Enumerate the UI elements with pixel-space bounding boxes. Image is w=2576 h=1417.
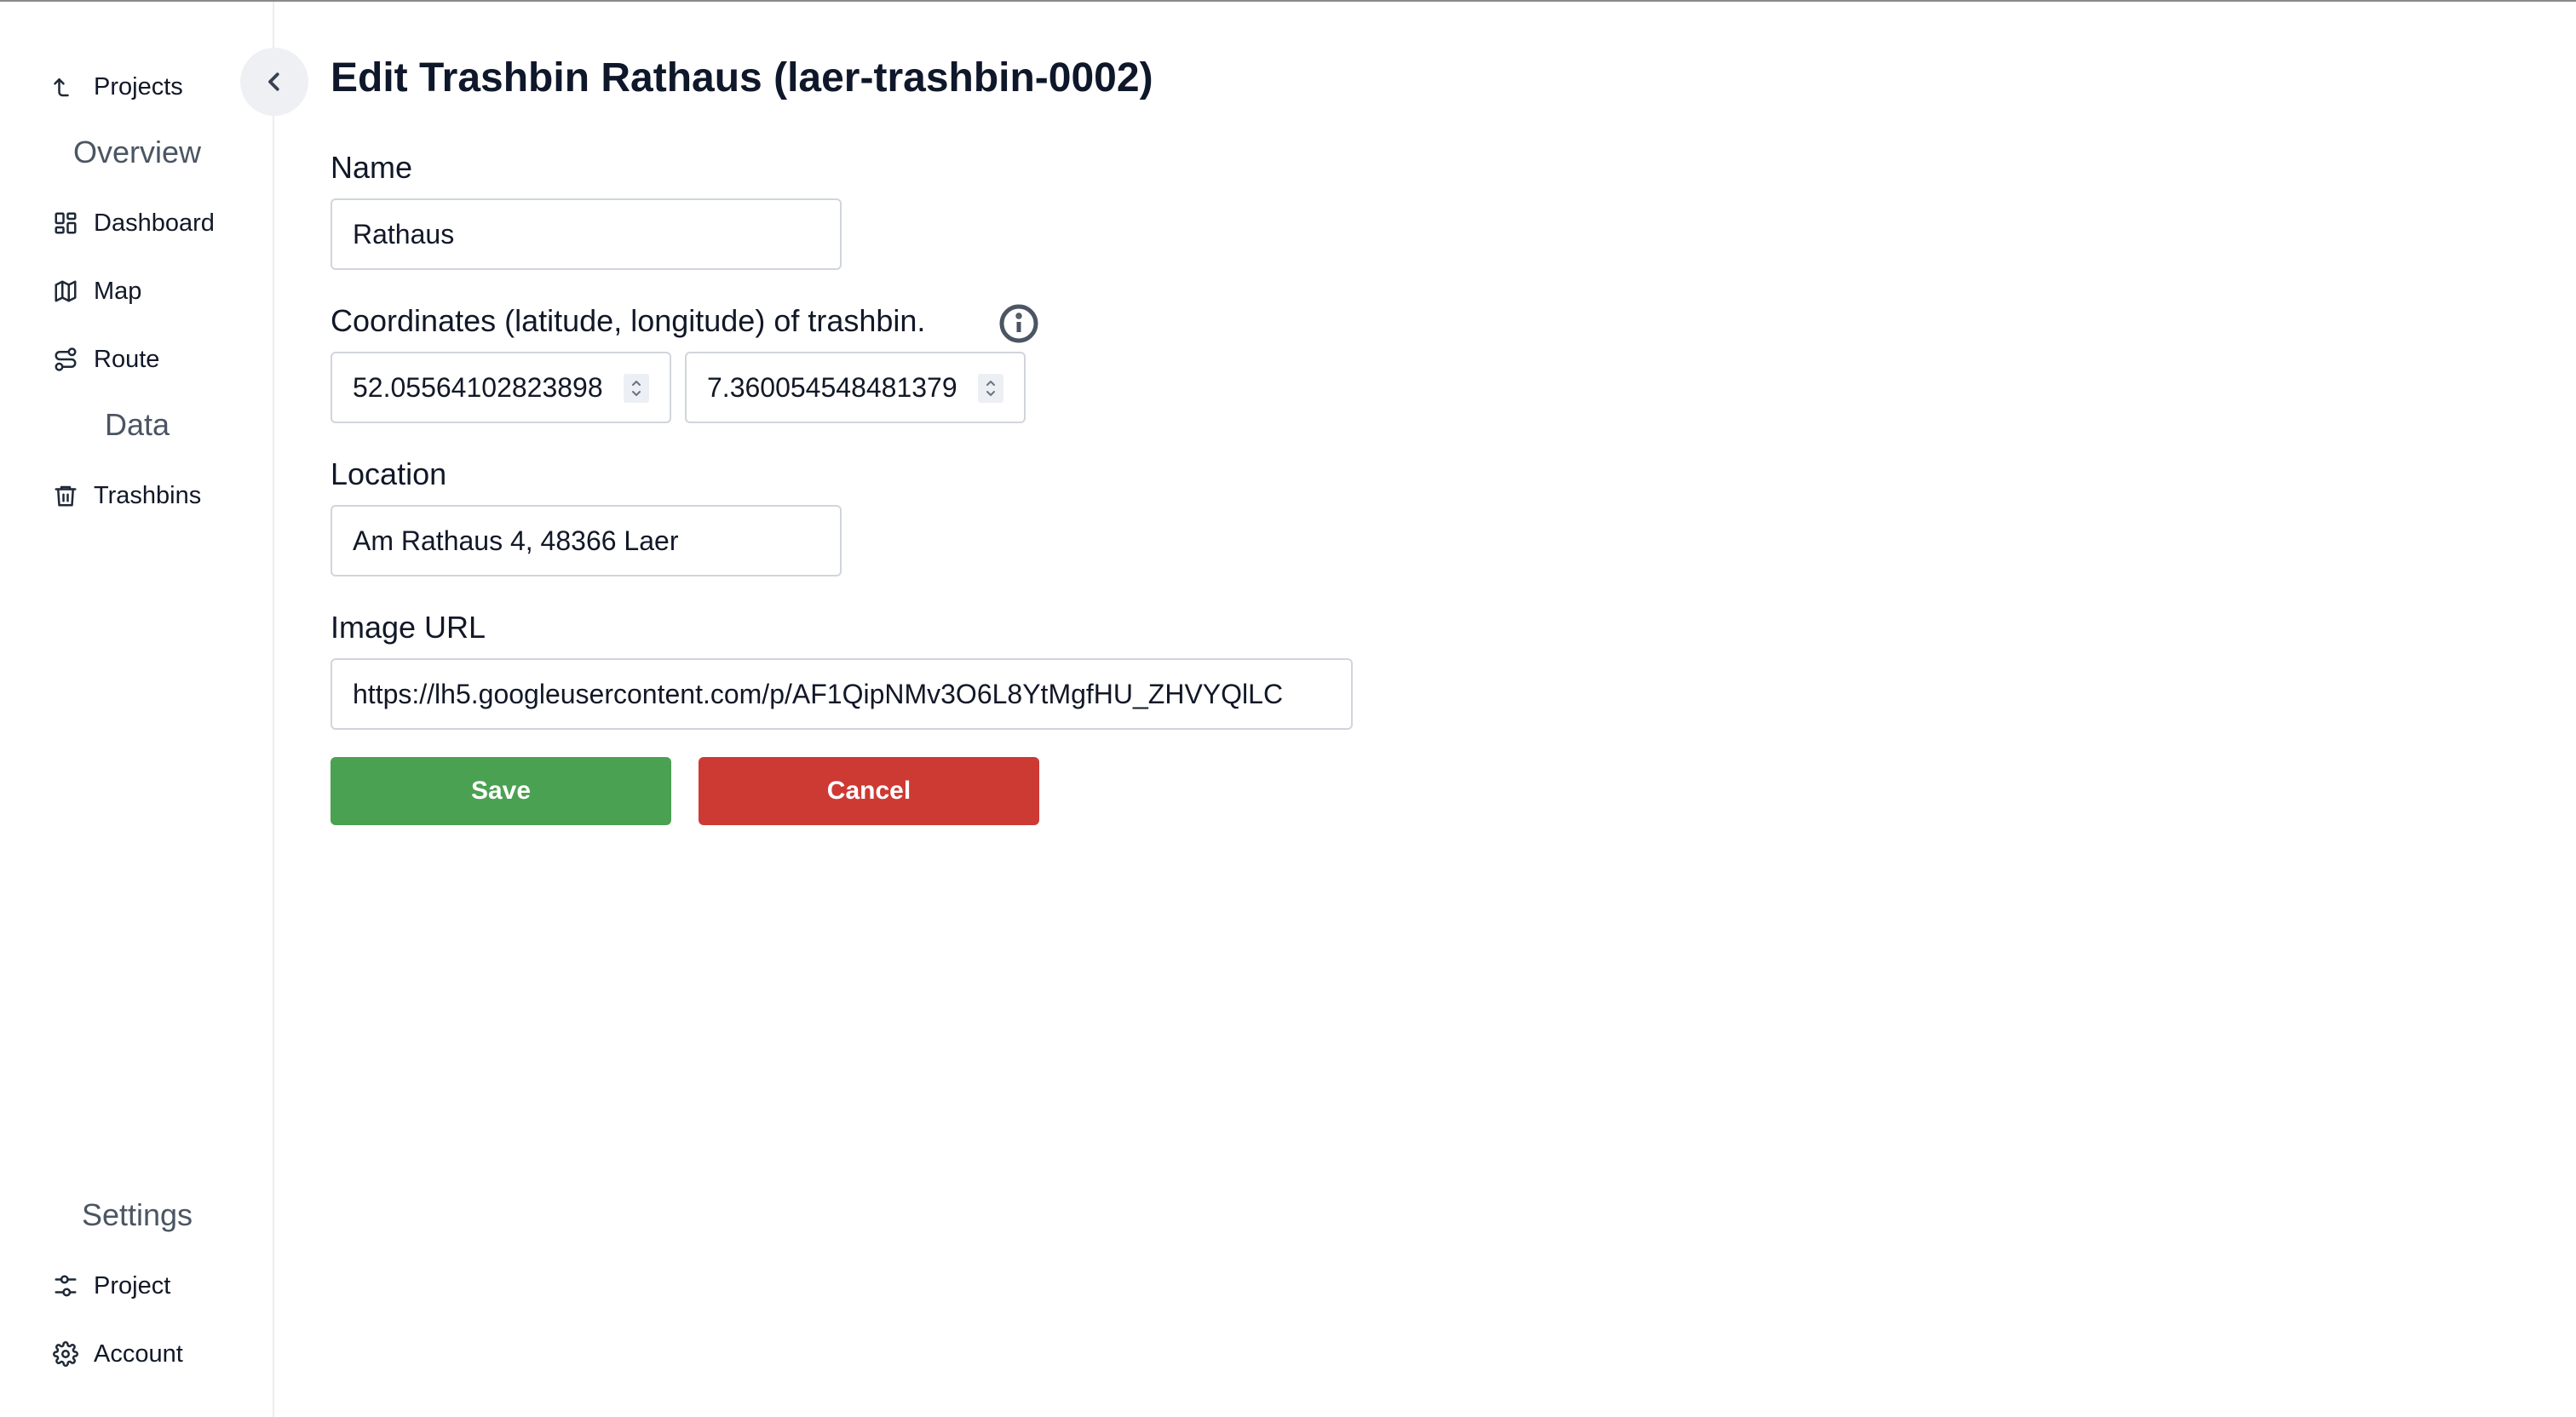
sidebar-item-label: Route [94,345,160,373]
page-title: Edit Trashbin Rathaus (laer-trashbin-000… [331,55,1153,100]
corner-left-up-icon [54,78,69,97]
gear-icon [53,1341,78,1367]
longitude-field[interactable] [685,352,1026,423]
latitude-stepper[interactable] [624,374,649,403]
map-icon [55,280,77,302]
sidebar-item-label: Map [94,277,142,305]
sidebar-item-label: Project [94,1271,171,1299]
chevron-up-icon [986,381,995,386]
layout-grid-icon [55,212,77,234]
chevron-left-icon [268,72,279,91]
coordinates-label: Coordinates (latitude, longitude) of tra… [331,303,926,338]
sidebar-item-trashbins[interactable]: Trashbins [53,472,201,519]
location-input[interactable] [353,525,819,557]
sidebar-item-projects[interactable]: Projects [53,63,183,111]
name-label: Name [331,150,413,185]
sidebar-section-overview: Overview [72,135,202,169]
sidebar-item-dashboard[interactable]: Dashboard [53,199,215,247]
image-url-label: Image URL [331,610,486,645]
longitude-input[interactable] [707,371,976,404]
sidebar-item-project[interactable]: Project [53,1262,170,1310]
location-field[interactable] [331,505,842,577]
image-url-field[interactable] [331,658,1353,730]
sidebar: Projects Overview Dashboard Map Route Da… [0,2,274,1417]
sidebar-section-data: Data [104,407,170,442]
trash-icon [55,485,77,507]
sidebar-item-label: Projects [94,72,183,100]
sliders-icon [55,1275,77,1297]
save-button[interactable]: Save [331,757,671,825]
chevron-down-icon [632,391,641,396]
sidebar-item-label: Trashbins [94,481,202,509]
longitude-stepper[interactable] [978,374,1003,403]
name-input[interactable] [353,218,819,250]
image-url-input[interactable] [353,678,1331,710]
info-icon[interactable] [998,303,1039,344]
location-label: Location [331,456,447,491]
sidebar-item-label: Account [94,1340,183,1368]
sidebar-item-account[interactable]: Account [53,1330,183,1378]
name-field[interactable] [331,198,842,270]
window-top-border [0,0,2576,2]
collapse-sidebar-button[interactable] [240,48,308,116]
sidebar-item-map[interactable]: Map [53,267,141,315]
chevron-down-icon [986,391,995,396]
latitude-field[interactable] [331,352,671,423]
route-icon [55,347,77,371]
latitude-input[interactable] [353,371,622,404]
sidebar-section-settings: Settings [81,1197,193,1232]
cancel-button[interactable]: Cancel [699,757,1039,825]
sidebar-item-label: Dashboard [94,209,215,237]
sidebar-item-route[interactable]: Route [53,336,159,383]
chevron-up-icon [632,381,641,386]
